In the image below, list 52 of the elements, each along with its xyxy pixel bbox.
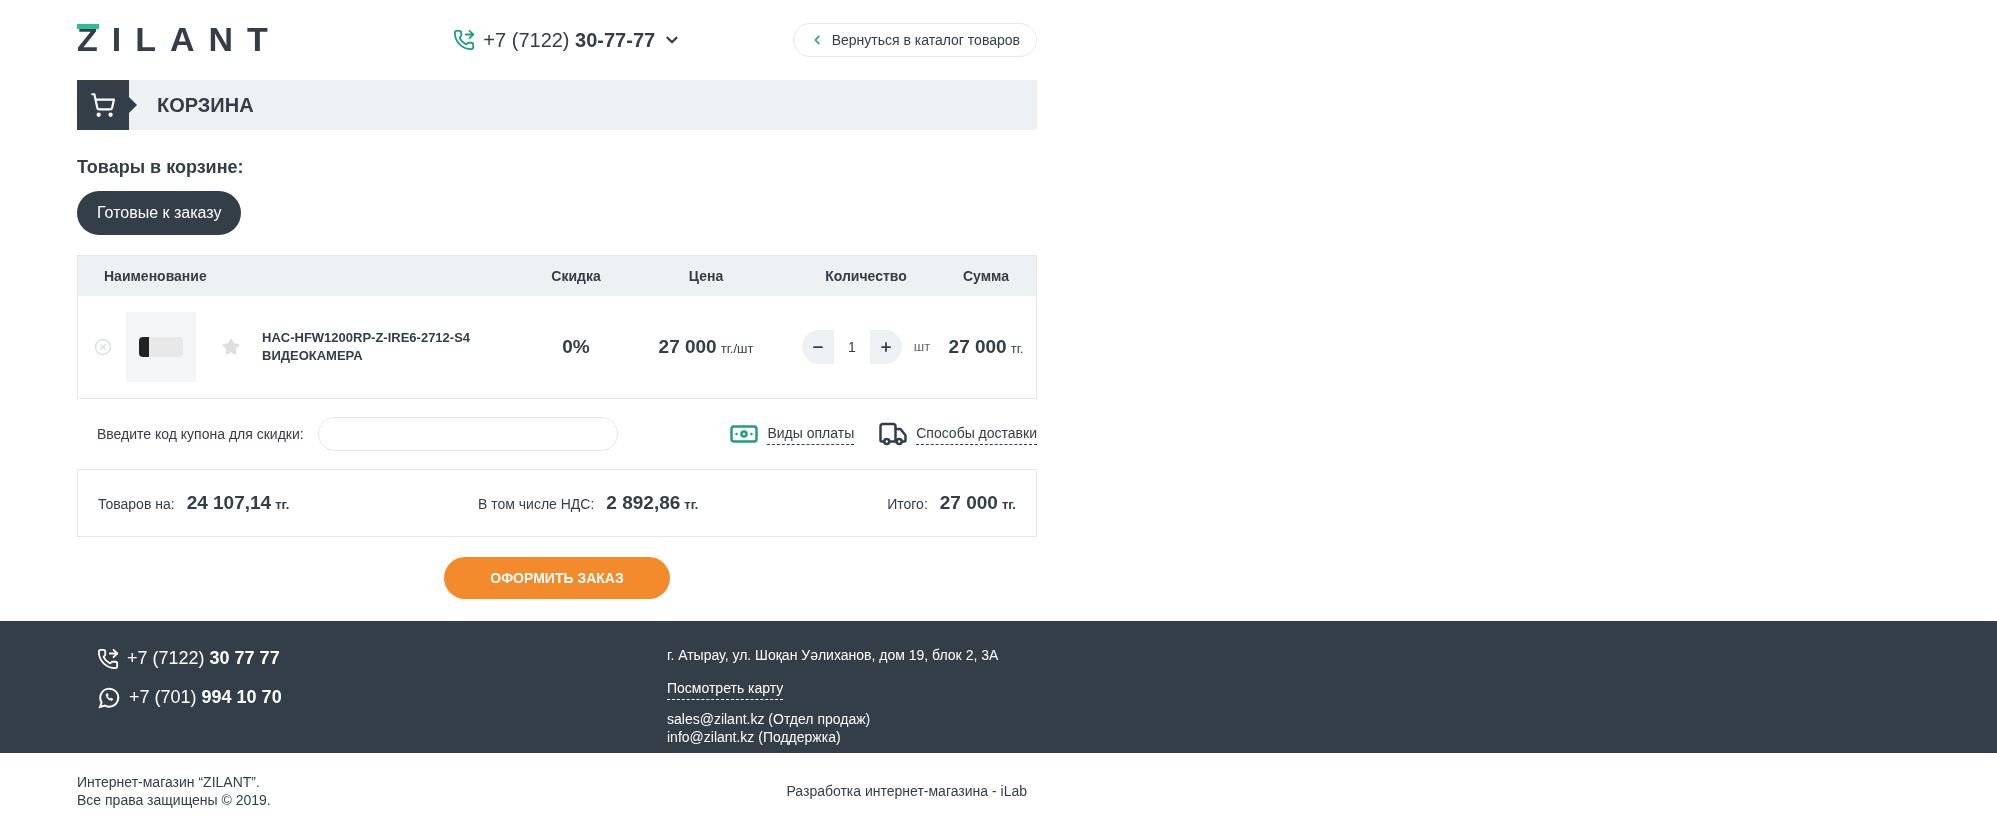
whatsapp-icon [97,685,121,710]
sum-unit: тг. [1010,339,1024,358]
column-header: Сумма [962,266,1010,286]
remove-icon[interactable] [94,338,112,356]
price-unit: тг./шт [720,339,754,358]
quantity-unit: шт [913,338,931,357]
developer-credit[interactable]: Разработка интернет-магазина - iLab [786,780,1027,802]
cart-tab[interactable]: Готовые к заказу [77,191,242,235]
total-value: 2 892,86 [606,490,681,515]
total-label: В том числе НДС: [478,494,595,514]
info-link[interactable]: Способы доставки [916,423,1037,445]
total-value: 27 000 [939,490,998,515]
info-link[interactable]: Виды оплаты [767,423,855,445]
total-value: 24 107,14 [186,490,272,515]
favorite-star-icon[interactable] [222,338,240,356]
map-link[interactable]: Посмотреть карту [667,678,784,700]
increase-button[interactable] [869,330,902,364]
phone-icon [97,647,119,670]
coupon-label: Введите код купона для скидки: [97,424,304,444]
copyright-text: Интернет-магазин “ZILANT”. [77,773,261,791]
copyright-text: Все права защищены © 2019. [77,791,271,809]
footer-address: г. Атырау, ул. Шоқан Уәлиханов, дом 19, блок 2, 3А [667,646,999,665]
column-header: Количество [824,266,908,286]
sum-value: 27 000 [948,334,1007,359]
column-header: Цена [687,266,725,286]
discount-value: 0% [561,334,591,359]
cart-heading: Товары в корзине: [77,156,245,179]
total-unit: тг. [275,495,290,514]
price-value: 27 000 [658,334,717,359]
total-label: Итого: [887,494,928,514]
logo[interactable]: ZILANT [77,22,282,58]
column-header: Скидка [550,266,602,286]
cart-icon [90,92,116,118]
footer-email[interactable]: sales@zilant.kz (Отдел продаж) [667,710,999,728]
product-photo-placeholder [126,312,196,382]
footer-phone[interactable]: +7 (701) 994 10 70 [129,684,282,711]
column-header: Наименование [103,266,208,286]
quantity-field[interactable]: 1 [837,336,866,358]
coupon-input-field[interactable] [317,417,618,451]
footer-email[interactable]: info@zilant.kz (Поддержка) [667,728,999,746]
cart-icon-tab [77,80,137,130]
product-title: ВИДЕОКАМЕРА [262,347,364,365]
plus-icon [878,340,893,354]
product-sku[interactable]: HAC-HFW1200RP-Z-IRE6-2712-S4 [262,329,471,347]
footer-phone[interactable]: +7 (7122) 30 77 77 [127,645,280,672]
phone-number[interactable]: +7 (7122) 30-77-77 [483,25,656,55]
page-title: КОРЗИНА [157,93,254,118]
phone-icon [453,29,476,51]
decrease-button[interactable] [801,330,834,364]
total-label: Товаров на: [98,494,175,514]
total-unit: тг. [1001,495,1016,514]
total-unit: тг. [684,495,699,514]
